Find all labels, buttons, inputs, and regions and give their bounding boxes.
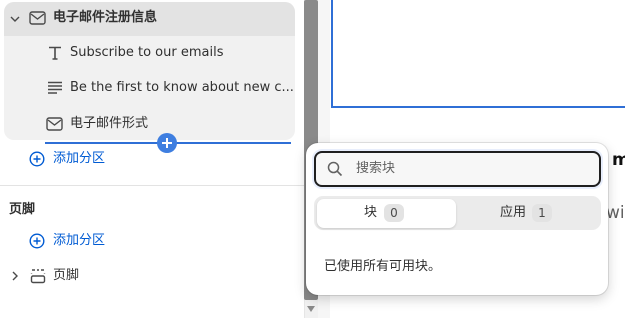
email-envelope-icon xyxy=(29,11,46,25)
footer-heading: 页脚 xyxy=(9,202,36,217)
divider xyxy=(0,185,304,186)
paragraph-lines-icon xyxy=(48,81,62,94)
section-title: 电子邮件注册信息 xyxy=(53,10,158,25)
chevron-right-icon[interactable] xyxy=(10,271,20,281)
scroll-down-arrow-icon[interactable] xyxy=(307,306,315,312)
empty-state-message: 已使用所有可用块。 xyxy=(324,259,442,274)
tab-blocks-count-badge: 0 xyxy=(384,204,404,222)
tab-apps-count-badge: 1 xyxy=(532,204,552,222)
preview-heading-partial: mi xyxy=(612,150,625,170)
insert-block-button[interactable] xyxy=(157,133,177,153)
search-icon xyxy=(327,161,343,177)
chevron-down-icon[interactable] xyxy=(10,14,20,24)
tab-blocks-label: 块 xyxy=(364,205,378,220)
block-paragraph[interactable]: Be the first to know about new c... xyxy=(70,79,294,97)
search-placeholder: 搜索块 xyxy=(356,161,396,176)
footer-item[interactable]: 页脚 xyxy=(53,267,79,285)
text-T-icon xyxy=(49,46,61,60)
email-envelope-icon xyxy=(46,117,63,131)
plus-icon xyxy=(162,138,172,148)
footer-add-section-link[interactable]: 添加分区 xyxy=(53,232,105,250)
preview-selected-frame[interactable] xyxy=(331,0,625,108)
preview-text-partial: wit xyxy=(606,203,625,223)
footer-layout-icon xyxy=(30,269,46,284)
block-subscribe-heading[interactable]: Subscribe to our emails xyxy=(70,44,223,62)
tab-apps[interactable]: 应用 xyxy=(500,204,526,222)
add-circle-icon xyxy=(29,233,45,249)
add-section-link[interactable]: 添加分区 xyxy=(53,150,105,168)
block-email-form[interactable]: 电子邮件形式 xyxy=(70,115,148,133)
add-circle-icon xyxy=(29,151,45,167)
